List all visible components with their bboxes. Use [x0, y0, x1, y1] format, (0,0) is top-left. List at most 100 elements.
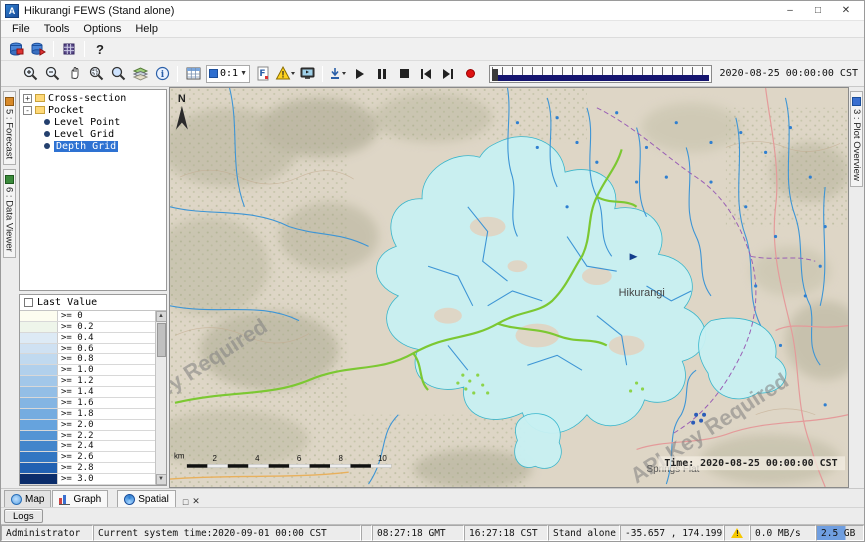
tree-item-cross-section[interactable]: + Cross-section: [20, 92, 166, 104]
window-title: Hikurangi FEWS (Stand alone): [24, 5, 174, 17]
play-button[interactable]: [349, 64, 371, 84]
legend-row: >= 0.6: [20, 344, 155, 355]
legend-row: >= 1.2: [20, 376, 155, 387]
status-gmt-time: 08:27:18 GMT: [372, 525, 464, 541]
legend-swatch: [20, 463, 58, 473]
scroll-down-icon[interactable]: ▼: [156, 474, 167, 485]
database-import-icon[interactable]: [27, 39, 49, 59]
interval-selector[interactable]: 0:1 ▼: [206, 65, 250, 83]
status-spacer: [361, 525, 372, 541]
stop-button[interactable]: [393, 64, 415, 84]
tree-item-level-grid[interactable]: Level Grid: [20, 128, 166, 140]
scroll-up-icon[interactable]: ▲: [156, 311, 167, 322]
forecast-file-icon[interactable]: F: [252, 64, 274, 84]
scale-tick: 10: [378, 454, 387, 463]
layer-dot-icon: [44, 119, 50, 125]
legend-row: >= 0: [20, 311, 155, 322]
menu-tools[interactable]: Tools: [37, 22, 77, 36]
legend-label: >= 2.2: [58, 431, 97, 441]
legend-row: >= 3.0: [20, 474, 155, 485]
layer-dot-icon: [44, 131, 50, 137]
legend-row: >= 1.8: [20, 409, 155, 420]
legend-label: >= 0: [58, 311, 86, 321]
collapse-icon[interactable]: -: [23, 106, 32, 115]
svg-text:i: i: [160, 70, 164, 80]
tree-item-level-point[interactable]: Level Point: [20, 116, 166, 128]
help-label: ?: [96, 42, 104, 57]
expand-icon[interactable]: +: [23, 94, 32, 103]
legend-swatch: [20, 311, 58, 321]
menu-options[interactable]: Options: [76, 22, 128, 36]
close-button[interactable]: ✕: [832, 2, 860, 20]
map-svg: API Key Required API Key Required Hikura…: [170, 88, 848, 487]
map-toolbar: i 0:1 ▼ F !: [1, 61, 864, 87]
minimize-button[interactable]: –: [776, 2, 804, 20]
export-dropdown-icon[interactable]: [327, 64, 349, 84]
tree-label: Level Grid: [54, 129, 114, 140]
tab-spatial-label: Spatial: [138, 494, 169, 505]
last-value-checkbox[interactable]: [24, 298, 33, 307]
legend-swatch: [20, 365, 58, 375]
tab-data-viewer[interactable]: 6 : Data Viewer: [3, 169, 16, 258]
warning-dropdown-icon[interactable]: !: [274, 64, 296, 84]
pause-button[interactable]: [371, 64, 393, 84]
status-mode: Stand alone: [548, 525, 620, 541]
maximize-button[interactable]: □: [804, 2, 832, 20]
status-bar: Administrator Current system time:2020-0…: [1, 524, 864, 541]
layers-icon[interactable]: [129, 64, 151, 84]
tab-map[interactable]: Map: [4, 490, 51, 507]
map-canvas[interactable]: API Key Required API Key Required Hikura…: [169, 87, 849, 488]
zoom-extent-icon[interactable]: [107, 64, 129, 84]
status-system-time: Current system time:2020-09-01 00:00 CST: [93, 525, 361, 541]
legend-row: >= 0.2: [20, 322, 155, 333]
close-pane-button[interactable]: ✕: [192, 496, 200, 507]
info-icon[interactable]: i: [151, 64, 173, 84]
skip-start-button[interactable]: [415, 64, 437, 84]
legend-row: >= 2.0: [20, 420, 155, 431]
scale-tick: 2: [212, 454, 216, 463]
toolbar-separator: [322, 66, 323, 82]
logs-button[interactable]: Logs: [4, 509, 43, 523]
detach-pane-button[interactable]: □: [183, 497, 188, 507]
legend-panel: Last Value >= 0 >= 0.2 >= 0.4 >= 0.6 >= …: [19, 294, 167, 486]
zoom-in-icon[interactable]: [19, 64, 41, 84]
database-icon[interactable]: [5, 39, 27, 59]
folder-icon: [35, 94, 45, 102]
tree-item-depth-grid[interactable]: Depth Grid: [20, 140, 166, 152]
legend-swatch: [20, 441, 58, 451]
legend-scrollbar[interactable]: ▲ ▼: [155, 311, 166, 485]
grid-tool-icon[interactable]: [58, 39, 80, 59]
left-tab-strip: 5 : Forecast 6 : Data Viewer: [1, 87, 17, 488]
legend-label: >= 1.4: [58, 387, 97, 397]
legend-label: >= 1.6: [58, 398, 97, 408]
label-hikurangi: Hikurangi: [619, 287, 665, 299]
tab-graph[interactable]: Graph: [52, 490, 108, 507]
skip-end-button[interactable]: [437, 64, 459, 84]
pan-hand-icon[interactable]: [63, 64, 85, 84]
tree-label: Level Point: [54, 117, 120, 128]
timeline-slider[interactable]: [489, 65, 712, 83]
status-coordinates: -35.657 , 174.199: [620, 525, 724, 541]
map-time-label: Time: 2020-08-25 00:00:00 CST: [658, 456, 845, 470]
tab-plot-overview[interactable]: 3 : Plot Overview: [850, 91, 863, 187]
legend-swatch: [20, 354, 58, 364]
north-label: N: [178, 93, 186, 105]
table-grid-icon[interactable]: [182, 64, 204, 84]
menu-file[interactable]: File: [5, 22, 37, 36]
plot-overview-tab-label: 3 : Plot Overview: [851, 109, 862, 181]
tab-forecast[interactable]: 5 : Forecast: [3, 91, 16, 165]
timeline-handle[interactable]: [492, 69, 498, 81]
zoom-rect-icon[interactable]: [85, 64, 107, 84]
timeline-ticks: [492, 67, 709, 75]
scrollbar-thumb[interactable]: [157, 323, 166, 357]
menu-help[interactable]: Help: [128, 22, 165, 36]
status-warning[interactable]: [724, 525, 750, 541]
help-button[interactable]: ?: [89, 39, 111, 59]
zoom-out-icon[interactable]: [41, 64, 63, 84]
display-icon[interactable]: [296, 64, 318, 84]
record-button[interactable]: [459, 64, 481, 84]
warning-icon: [731, 528, 743, 538]
tab-spatial[interactable]: Spatial: [117, 490, 176, 507]
tree-item-pocket[interactable]: - Pocket: [20, 104, 166, 116]
legend-swatch: [20, 333, 58, 343]
